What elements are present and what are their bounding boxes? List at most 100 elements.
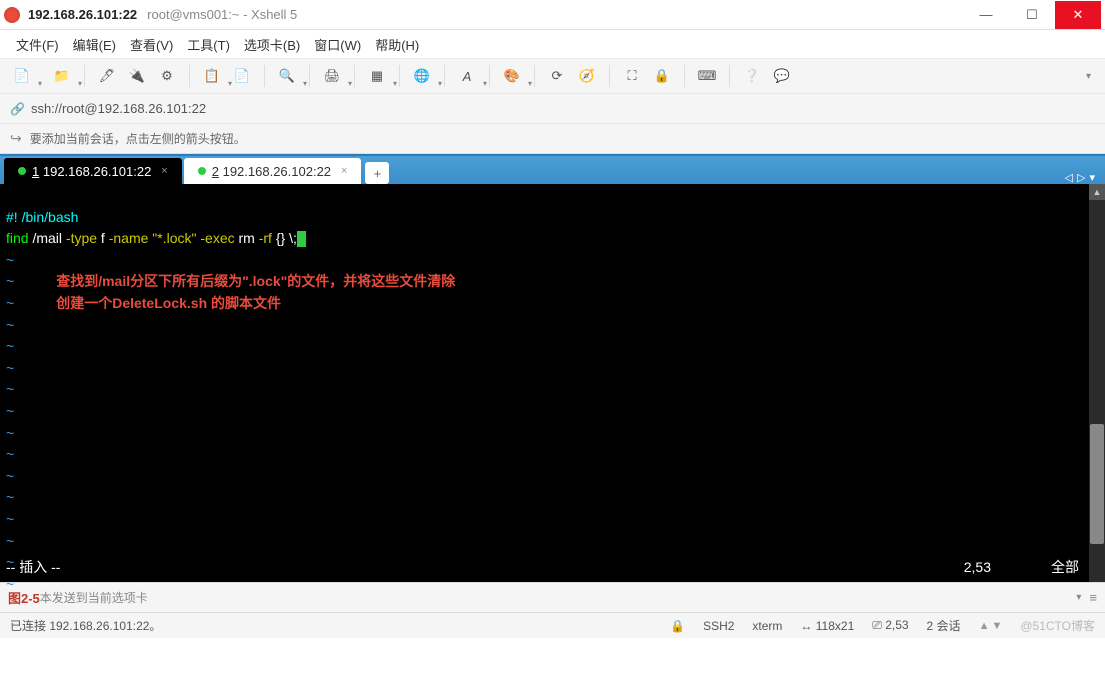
disconnect-icon[interactable]: 🔌 (123, 62, 151, 90)
app-icon (4, 7, 20, 23)
term-tilde: ~ (6, 533, 14, 549)
properties-icon[interactable]: ⚙ (153, 62, 181, 90)
term-tilde: ~ (6, 273, 14, 289)
term-comment: 创建一个DeleteLock.sh 的脚本文件 (56, 295, 281, 311)
toolbar-overflow[interactable]: ▾ (1080, 71, 1097, 82)
separator (354, 65, 355, 87)
status-protocol: SSH2 (703, 619, 734, 633)
vim-percent: 全部 (1051, 558, 1079, 578)
separator (534, 65, 535, 87)
layout-icon[interactable]: ▦ (363, 62, 391, 90)
info-bar: ↪ 要添加当前会话，点击左侧的箭头按钮。 (0, 124, 1105, 154)
tab-number: 1 (32, 164, 39, 179)
separator (684, 65, 685, 87)
nav-up-icon[interactable]: ▲ (979, 620, 990, 632)
lock-small-icon: 🔒 (670, 619, 685, 633)
window-controls: — ☐ ✕ (963, 1, 1101, 29)
tab-next-icon[interactable]: ▷ (1077, 171, 1085, 184)
separator (444, 65, 445, 87)
menu-file[interactable]: 文件(F) (12, 33, 63, 56)
maximize-button[interactable]: ☐ (1009, 1, 1055, 29)
print-icon[interactable]: 🖨 (318, 62, 346, 90)
separator (399, 65, 400, 87)
statusbar: 已连接 192.168.26.101:22。 🔒 SSH2 xterm ↔ 11… (0, 612, 1105, 638)
tab-session-2[interactable]: 2 192.168.26.102:22 × (184, 158, 362, 184)
term-tilde: ~ (6, 446, 14, 462)
menu-help[interactable]: 帮助(H) (371, 33, 423, 56)
menu-window[interactable]: 窗口(W) (310, 33, 365, 56)
address-text[interactable]: ssh://root@192.168.26.101:22 (31, 101, 206, 116)
tab-session-1[interactable]: 1 192.168.26.101:22 × (4, 158, 182, 184)
status-size: 118x21 (816, 619, 854, 633)
term-cmd: find (6, 230, 29, 246)
toolbar: 📄 📁 🖊 🔌 ⚙ 📋 📄 🔍 🖨 ▦ 🌐 A 🎨 ⟳ 🧭 ⛶ 🔒 ⌨ ❔ 💬 … (0, 58, 1105, 94)
copy-icon[interactable]: 📋 (198, 62, 226, 90)
tab-prev-icon[interactable]: ◁ (1065, 171, 1073, 184)
menu-view[interactable]: 查看(V) (126, 33, 177, 56)
status-sessions: 2 会话 (927, 617, 961, 634)
session-tabbar: 1 192.168.26.101:22 × 2 192.168.26.102:2… (0, 154, 1105, 184)
separator (729, 65, 730, 87)
status-connected: 已连接 192.168.26.101:22。 (10, 617, 161, 634)
compass-icon[interactable]: 🧭 (573, 62, 601, 90)
separator (609, 65, 610, 87)
search-icon[interactable]: 🔍 (273, 62, 301, 90)
nav-down-icon[interactable]: ▼ (991, 620, 1002, 632)
tab-close-icon[interactable]: × (161, 165, 167, 177)
open-folder-icon[interactable]: 📁 (48, 62, 76, 90)
term-tilde: ~ (6, 360, 14, 376)
term-tilde: ~ (6, 489, 14, 505)
vim-mode: -- 插入 -- (6, 558, 60, 578)
separator (189, 65, 190, 87)
separator (489, 65, 490, 87)
paste-icon[interactable]: 📄 (228, 62, 256, 90)
compose-menu-icon[interactable]: ≡ (1089, 590, 1097, 605)
menubar: 文件(F) 编辑(E) 查看(V) 工具(T) 选项卡(B) 窗口(W) 帮助(… (0, 30, 1105, 58)
term-tilde: ~ (6, 317, 14, 333)
reconnect-icon[interactable]: 🖊 (93, 62, 121, 90)
help-icon[interactable]: ❔ (738, 62, 766, 90)
menu-tools[interactable]: 工具(T) (183, 33, 234, 56)
terminal[interactable]: #! /bin/bash find /mail -type f -name "*… (0, 184, 1105, 582)
menu-tabs[interactable]: 选项卡(B) (240, 33, 304, 56)
scroll-up-icon[interactable]: ▲ (1089, 184, 1105, 200)
globe-icon[interactable]: 🌐 (408, 62, 436, 90)
scroll-thumb[interactable] (1090, 424, 1104, 544)
menu-edit[interactable]: 编辑(E) (69, 33, 120, 56)
vim-statusline: -- 插入 -- 2,53 全部 (6, 558, 1099, 578)
info-text: 要添加当前会话，点击左侧的箭头按钮。 (30, 130, 246, 147)
color-icon[interactable]: 🎨 (498, 62, 526, 90)
status-dot-icon (18, 167, 26, 175)
watermark: @51CTO博客 (1020, 617, 1095, 634)
arrow-forward-icon[interactable]: ↪ (10, 130, 22, 147)
refresh-icon[interactable]: ⟳ (543, 62, 571, 90)
separator (309, 65, 310, 87)
chat-icon[interactable]: 💬 (768, 62, 796, 90)
cursor (297, 231, 306, 247)
address-bar: 🔗 ssh://root@192.168.26.101:22 (0, 94, 1105, 124)
close-button[interactable]: ✕ (1055, 1, 1101, 29)
fullscreen-icon[interactable]: ⛶ (618, 62, 646, 90)
tab-label: 192.168.26.101:22 (43, 164, 151, 179)
keyboard-icon[interactable]: ⌨ (693, 62, 721, 90)
compose-dropdown-icon[interactable]: ▾ (1076, 592, 1081, 603)
status-cursor: 2,53 (885, 618, 908, 632)
separator (84, 65, 85, 87)
font-icon[interactable]: A (453, 62, 481, 90)
tab-close-icon[interactable]: × (341, 165, 347, 177)
term-tilde: ~ (6, 468, 14, 484)
title-subtitle: root@vms001:~ - Xshell 5 (147, 7, 297, 22)
tab-menu-icon[interactable]: ▾ (1089, 171, 1095, 184)
tab-add-button[interactable]: + (365, 162, 389, 184)
link-icon: 🔗 (10, 102, 25, 116)
tab-nav: ◁ ▷ ▾ (1065, 171, 1101, 184)
term-tilde: ~ (6, 252, 14, 268)
vim-position: 2,53 (964, 558, 991, 578)
title-host: 192.168.26.101:22 (28, 7, 137, 22)
lock-icon[interactable]: 🔒 (648, 62, 676, 90)
compose-bar: 图2-5 本发送到当前选项卡 ▾ ≡ (0, 582, 1105, 612)
terminal-scrollbar[interactable]: ▲ (1089, 184, 1105, 582)
minimize-button[interactable]: — (963, 1, 1009, 29)
compose-hint[interactable]: 本发送到当前选项卡 (40, 589, 148, 606)
new-session-icon[interactable]: 📄 (8, 62, 36, 90)
